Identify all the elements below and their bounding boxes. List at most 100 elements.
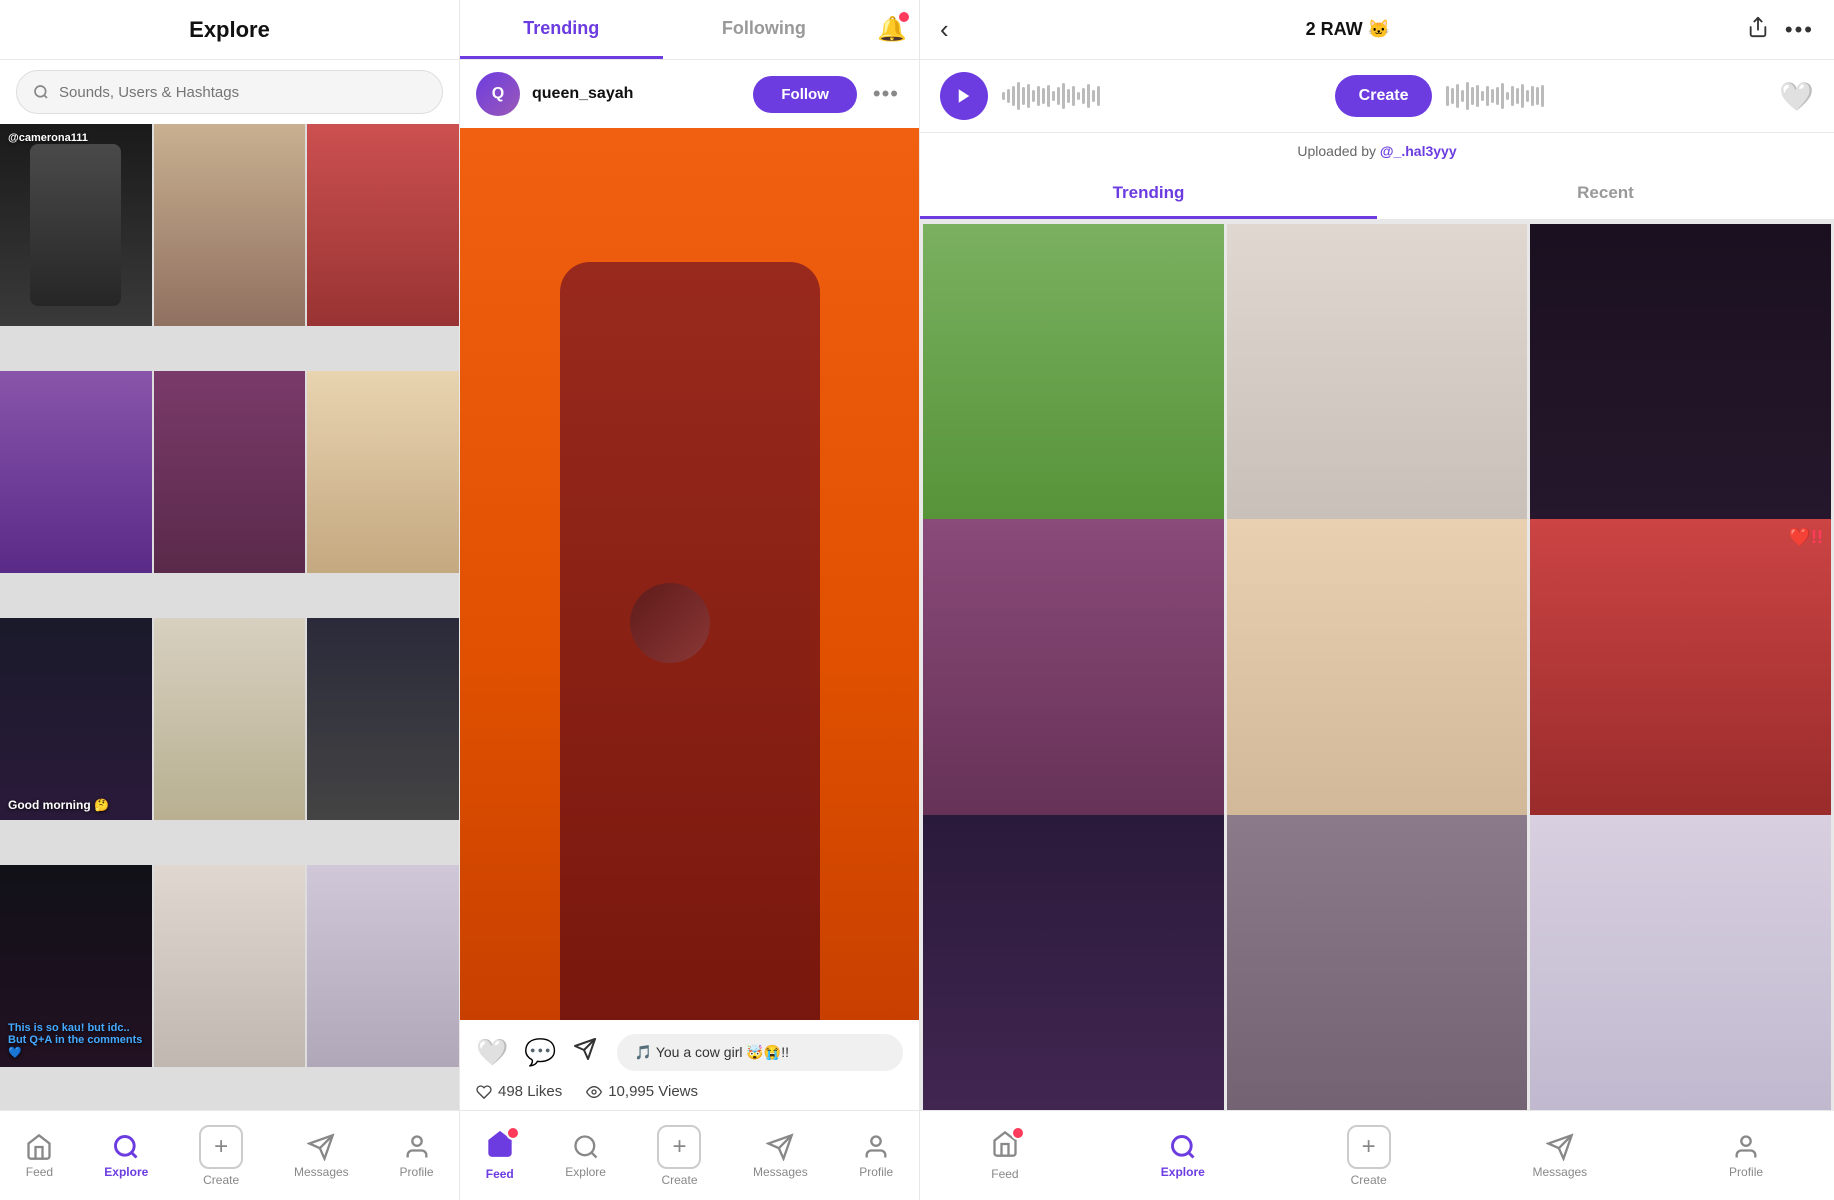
center-panel: Q queen_sayah Follow ••• 🤍 💬 [460, 60, 920, 1110]
back-button[interactable]: ‹ [940, 14, 949, 45]
grid-item[interactable] [307, 371, 459, 573]
right-header: ‹ 2 RAW 🐱 ••• [920, 0, 1834, 60]
grid-item[interactable] [307, 124, 459, 326]
grid-item[interactable] [307, 618, 459, 820]
tab-recent-right[interactable]: Recent [1377, 169, 1834, 219]
trending-grid: GET OUR LIKES UPPLEASE ❤️!! [920, 221, 1834, 1110]
bottom-nav: Feed Explore + Create Messages Profile [0, 1110, 1834, 1200]
waveform-left [1002, 78, 1321, 114]
profile-icon [403, 1133, 431, 1161]
waveform-right [1446, 78, 1765, 114]
nav-feed-label-center: Feed [486, 1167, 514, 1181]
nav-explore-label-right: Explore [1161, 1165, 1205, 1179]
nav-create-center[interactable]: + Create [657, 1125, 701, 1187]
nav-create-right[interactable]: + Create [1347, 1125, 1391, 1187]
create-icon-right: + [1347, 1125, 1391, 1169]
grid-item[interactable]: @camerona111 [0, 124, 152, 326]
share-icon[interactable] [573, 1037, 597, 1068]
more-button[interactable]: ••• [1785, 17, 1814, 43]
bottom-nav-center: Feed Explore + Create Messages Profile [460, 1111, 920, 1200]
center-header: Trending Following 🔔 [460, 0, 920, 60]
grid-item[interactable]: This is so kau! but idc..But Q+A in the … [0, 865, 152, 1067]
nav-profile-right[interactable]: Profile [1729, 1133, 1763, 1179]
search-input[interactable] [59, 84, 426, 101]
create-icon: + [199, 1125, 243, 1169]
share-button[interactable] [1747, 16, 1769, 44]
nav-explore-left[interactable]: Explore [104, 1133, 148, 1179]
right-panel: Create [920, 60, 1834, 1110]
nav-messages-right[interactable]: Messages [1532, 1133, 1587, 1179]
play-icon [955, 87, 973, 105]
nav-create-label: Create [203, 1173, 239, 1187]
comment-button[interactable]: 💬 [524, 1037, 556, 1068]
notif-badge [897, 10, 911, 24]
search-bar[interactable] [16, 70, 443, 114]
grid-item[interactable] [154, 618, 306, 820]
right-tabs: Trending Recent [920, 169, 1834, 221]
heart-overlay: ❤️!! [1789, 527, 1823, 548]
trending-item[interactable] [1227, 815, 1528, 1110]
nav-feed-label-right: Feed [991, 1167, 1018, 1181]
nav-messages-left[interactable]: Messages [294, 1133, 349, 1179]
nav-create-label-right: Create [1351, 1173, 1387, 1187]
tab-trending[interactable]: Trending [460, 0, 663, 59]
nav-profile-center[interactable]: Profile [859, 1133, 893, 1179]
trending-item[interactable] [923, 815, 1224, 1110]
nav-explore-right[interactable]: Explore [1161, 1133, 1205, 1179]
nav-messages-center[interactable]: Messages [753, 1133, 808, 1179]
trending-item[interactable] [1530, 815, 1831, 1110]
grid-item[interactable] [307, 865, 459, 1067]
grid-item[interactable] [154, 371, 306, 573]
nav-profile-label: Profile [400, 1165, 434, 1179]
nav-create-left[interactable]: + Create [199, 1125, 243, 1187]
more-options-button[interactable]: ••• [869, 81, 903, 107]
explore-grid: @camerona111 Good morning 🤔 [0, 124, 459, 1110]
messages-icon-right [1546, 1133, 1574, 1161]
profile-icon-right [1732, 1133, 1760, 1161]
explore-title: Explore [189, 17, 270, 43]
nav-messages-label: Messages [294, 1165, 349, 1179]
nav-explore-label: Explore [565, 1165, 606, 1179]
explore-icon [572, 1133, 600, 1161]
like-button[interactable]: 🤍 [476, 1037, 508, 1068]
play-button[interactable] [940, 72, 988, 120]
grid-item[interactable] [154, 865, 306, 1067]
likes-icon [476, 1084, 492, 1100]
bottom-nav-left: Feed Explore + Create Messages Profile [0, 1111, 460, 1200]
tab-trending-right[interactable]: Trending [920, 169, 1377, 219]
create-button[interactable]: Create [1335, 75, 1433, 117]
left-header: Explore [0, 0, 460, 60]
follow-button[interactable]: Follow [753, 76, 857, 113]
avatar: Q [476, 72, 520, 116]
video-actions: 🤍 💬 🎵 You a cow girl 🤯😭!! [476, 1034, 903, 1071]
tab-following[interactable]: Following [663, 0, 866, 59]
video-footer: 🤍 💬 🎵 You a cow girl 🤯😭!! 498 Likes [460, 1020, 919, 1110]
uploaded-by: Uploaded by @_.hal3yyy [920, 133, 1834, 169]
nav-feed-center[interactable]: Feed [486, 1130, 514, 1181]
notification-bell[interactable]: 🔔 [865, 0, 919, 59]
left-panel: @camerona111 Good morning 🤔 [0, 60, 460, 1110]
nav-explore-center[interactable]: Explore [565, 1133, 606, 1179]
avatar-initial: Q [492, 85, 504, 103]
video-frame[interactable] [460, 128, 919, 1020]
nav-explore-label-active: Explore [104, 1165, 148, 1179]
grid-item[interactable] [0, 371, 152, 573]
feed-badge-right [1011, 1126, 1025, 1140]
nav-profile-label-center: Profile [859, 1165, 893, 1179]
views-icon [586, 1084, 602, 1100]
uploader-handle[interactable]: @_.hal3yyy [1380, 143, 1457, 159]
nav-feed-left[interactable]: Feed [25, 1133, 53, 1179]
nav-messages-label-right: Messages [1532, 1165, 1587, 1179]
nav-messages-label-center: Messages [753, 1165, 808, 1179]
heart-button[interactable]: 🤍 [1779, 80, 1814, 113]
grid-item[interactable]: Good morning 🤔 [0, 618, 152, 820]
raw-label: 2 RAW 🐱 [1306, 19, 1390, 40]
nav-create-label-center: Create [661, 1173, 697, 1187]
grid-label-blue: This is so kau! but idc..But Q+A in the … [8, 1022, 152, 1059]
messages-icon-center [766, 1133, 794, 1161]
grid-item[interactable] [154, 124, 306, 326]
nav-feed-right[interactable]: Feed [991, 1130, 1019, 1181]
bottom-nav-right: Feed Explore + Create Messages Profile [920, 1111, 1834, 1200]
nav-profile-left[interactable]: Profile [400, 1133, 434, 1179]
comment-bubble[interactable]: 🎵 You a cow girl 🤯😭!! [617, 1034, 903, 1071]
